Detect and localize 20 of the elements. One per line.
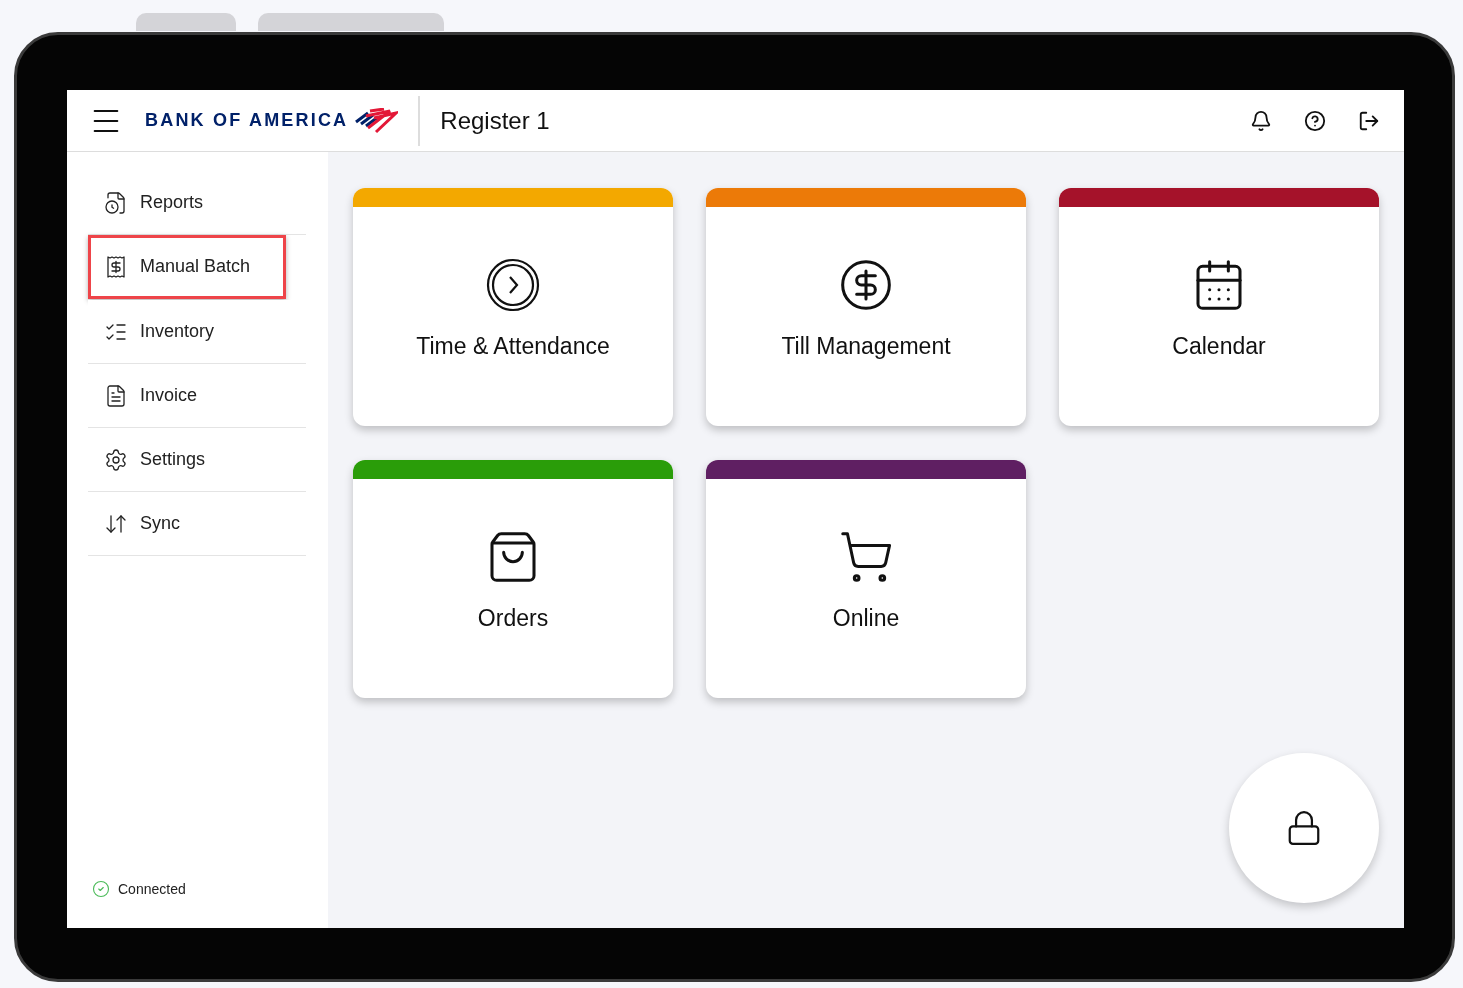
report-icon [104,190,128,215]
app-tile[interactable]: Time & Attendance [353,188,673,426]
clock-icon [486,258,540,312]
logout-button[interactable] [1358,109,1380,132]
status-text: Connected [118,881,186,897]
app-tile[interactable]: Online [706,460,1026,698]
flag-logo-icon [354,107,399,134]
notification-button[interactable] [1250,109,1272,132]
app-tile[interactable]: Calendar [1059,188,1379,426]
app-tile[interactable]: Till Management [706,188,1026,426]
help-button[interactable] [1304,109,1326,132]
page-title: Register 1 [440,106,551,135]
app-tile[interactable]: Orders [353,460,673,698]
brand-name: BANK OF AMERICA [145,110,349,131]
cart-icon [838,529,894,585]
settings-icon [104,447,128,472]
receipt-icon [104,254,128,279]
sidebar-item[interactable]: Manual Batch [88,235,286,299]
document-icon [104,383,128,408]
dollar-icon [838,257,894,313]
